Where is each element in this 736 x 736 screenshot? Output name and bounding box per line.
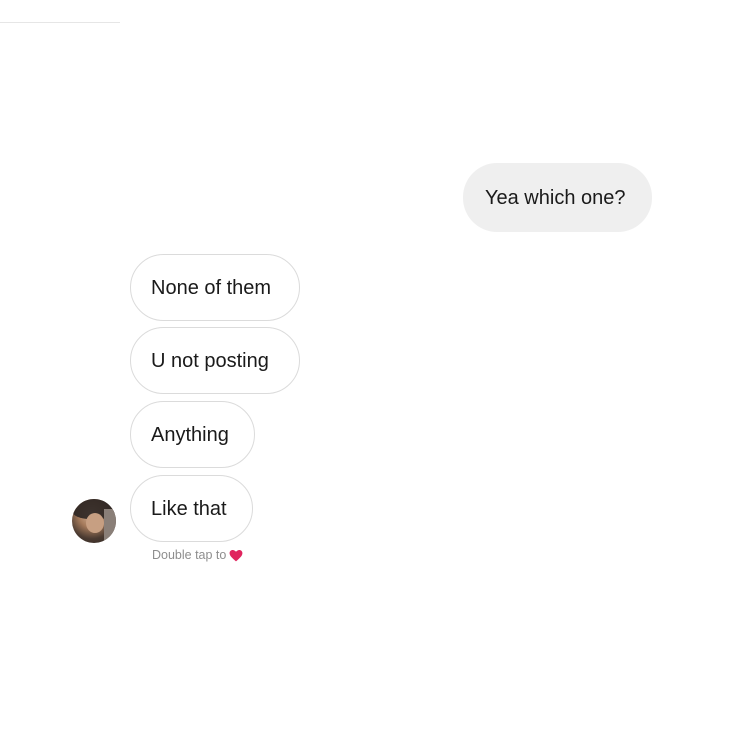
message-text: Yea which one?: [485, 186, 626, 209]
incoming-message[interactable]: Anything: [130, 401, 255, 468]
message-text: Anything: [151, 423, 229, 446]
incoming-message[interactable]: None of them: [130, 254, 300, 321]
message-text: None of them: [151, 276, 272, 299]
hint-text: Double tap to: [152, 548, 227, 562]
outgoing-message[interactable]: Yea which one?: [463, 163, 652, 232]
double-tap-hint: Double tap to: [152, 548, 243, 562]
chat-screen: Yea which one? None of them U not postin…: [0, 0, 736, 736]
heart-icon: [229, 549, 243, 561]
avatar-face: [86, 513, 104, 533]
avatar-background: [104, 509, 116, 543]
incoming-message[interactable]: U not posting: [130, 327, 300, 394]
incoming-message[interactable]: Like that: [130, 475, 253, 542]
message-text: U not posting: [151, 349, 269, 372]
divider: [0, 22, 120, 23]
avatar[interactable]: [72, 499, 116, 543]
message-text: Like that: [151, 497, 227, 520]
